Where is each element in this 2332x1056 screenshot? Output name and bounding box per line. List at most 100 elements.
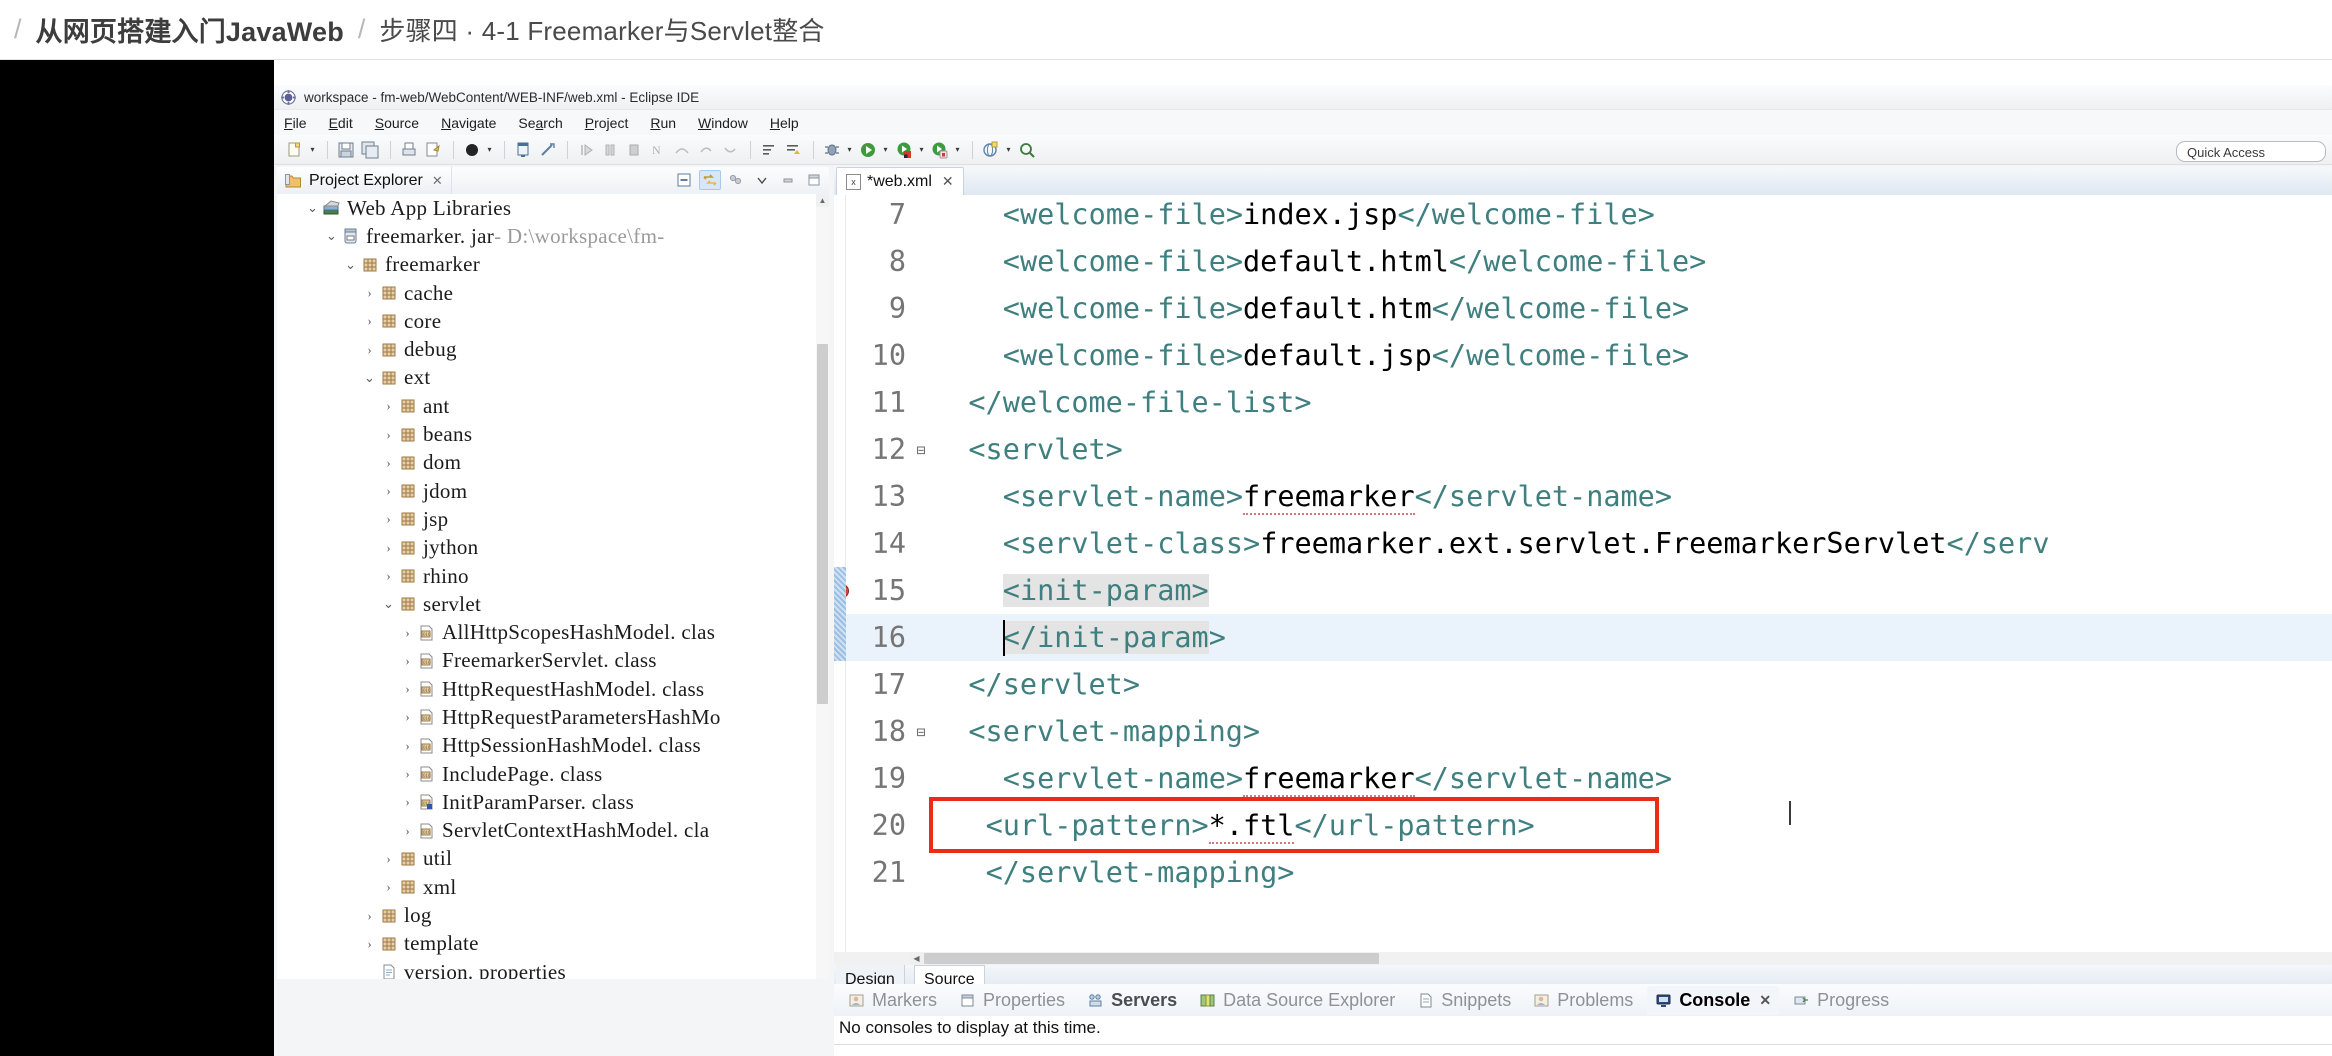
chevron-right-icon[interactable]: › bbox=[380, 879, 397, 895]
tree-item-httprequestparametershashmo[interactable]: › 010 HttpRequestParametersHashMo bbox=[277, 703, 829, 731]
tree-item-freemarker-jar[interactable]: ⌄ freemarker. jar - D:\workspace\fm- bbox=[277, 222, 829, 250]
menu-project[interactable]: Project bbox=[585, 115, 629, 131]
chevron-right-icon[interactable]: › bbox=[399, 625, 416, 641]
chevron-right-icon[interactable]: › bbox=[399, 823, 416, 839]
run-icon[interactable] bbox=[857, 139, 879, 161]
tab-web-xml[interactable]: x *web.xml ✕ bbox=[836, 167, 964, 195]
step-return-icon[interactable] bbox=[695, 139, 717, 161]
run-as-server-dropdown-icon[interactable]: ▾ bbox=[917, 139, 926, 161]
new-java-class-icon[interactable] bbox=[512, 139, 534, 161]
tree-item-xml[interactable]: › xml bbox=[277, 873, 829, 901]
code-line-12[interactable]: 12 ⊟ <servlet> bbox=[834, 426, 2332, 473]
link-with-editor-icon[interactable] bbox=[699, 170, 721, 190]
tree-item-rhino[interactable]: › rhino bbox=[277, 562, 829, 590]
tree-item-beans[interactable]: › beans bbox=[277, 420, 829, 448]
tree-item-dom[interactable]: › dom bbox=[277, 449, 829, 477]
chevron-right-icon[interactable]: › bbox=[399, 709, 416, 725]
menu-source[interactable]: Source bbox=[375, 115, 419, 131]
bottom-tab-data-source-explorer[interactable]: Data Source Explorer bbox=[1191, 986, 1403, 1015]
bottom-tab-console[interactable]: Console ✕ bbox=[1647, 986, 1780, 1015]
chevron-right-icon[interactable]: › bbox=[361, 342, 378, 358]
bottom-tab-servers[interactable]: Servers bbox=[1079, 986, 1185, 1015]
tree-item-template[interactable]: › template bbox=[277, 930, 829, 958]
menu-navigate[interactable]: Navigate bbox=[441, 115, 496, 131]
code-line-15[interactable]: 15 <init-param> bbox=[834, 567, 2332, 614]
tree-item-servlet[interactable]: ⌄ servlet bbox=[277, 590, 829, 618]
tree-item-ant[interactable]: › ant bbox=[277, 392, 829, 420]
profile-icon[interactable] bbox=[929, 139, 951, 161]
chevron-right-icon[interactable]: › bbox=[399, 681, 416, 697]
close-icon[interactable]: ✕ bbox=[942, 173, 954, 190]
chevron-right-icon[interactable]: › bbox=[361, 313, 378, 329]
tree-item-version-properties[interactable]: · version. properties bbox=[277, 958, 829, 979]
code-line-19[interactable]: 19 <servlet-name>freemarker</servlet-name… bbox=[834, 755, 2332, 802]
quick-access-input[interactable]: Quick Access bbox=[2176, 141, 2326, 162]
tree-item-includepage-class[interactable]: › 010 IncludePage. class bbox=[277, 760, 829, 788]
step-over-icon[interactable] bbox=[671, 139, 693, 161]
chevron-right-icon[interactable]: › bbox=[380, 483, 397, 499]
chevron-right-icon[interactable]: › bbox=[361, 285, 378, 301]
tree-item-util[interactable]: › util bbox=[277, 845, 829, 873]
new-wizard-dropdown-icon[interactable]: ▾ bbox=[308, 139, 317, 161]
tree-item-servletcontexthashmodel-cla[interactable]: › 010 ServletContextHashModel. cla bbox=[277, 817, 829, 845]
menu-help[interactable]: Help bbox=[770, 115, 799, 131]
tree-item-jython[interactable]: › jython bbox=[277, 534, 829, 562]
open-type-icon[interactable] bbox=[461, 139, 483, 161]
chevron-right-icon[interactable]: › bbox=[361, 936, 378, 952]
tree-item-initparamparser-class[interactable]: › 010 InitParamParser. class bbox=[277, 788, 829, 816]
main-toolbar[interactable]: ▾ ▾ N ▾ ▾ ▾ ▾ ▾ bbox=[274, 135, 2332, 165]
tree-item-log[interactable]: › log bbox=[277, 901, 829, 929]
link-icon[interactable] bbox=[536, 139, 558, 161]
chevron-right-icon[interactable]: › bbox=[380, 540, 397, 556]
editor-hscroll-thumb[interactable] bbox=[924, 953, 1379, 964]
project-explorer-vscroll-thumb[interactable] bbox=[817, 344, 828, 704]
code-line-11[interactable]: 11 </welcome-file-list> bbox=[834, 379, 2332, 426]
chevron-right-icon[interactable]: › bbox=[380, 511, 397, 527]
tree-item-httpsessionhashmodel-class[interactable]: › 010 HttpSessionHashModel. class bbox=[277, 732, 829, 760]
chevron-right-icon[interactable]: › bbox=[380, 851, 397, 867]
step-into-icon[interactable]: N bbox=[647, 139, 669, 161]
chevron-down-icon[interactable]: ⌄ bbox=[361, 370, 378, 386]
chevron-down-icon[interactable]: ⌄ bbox=[380, 596, 397, 612]
tree-item-core[interactable]: › core bbox=[277, 307, 829, 335]
previous-annotation-icon[interactable] bbox=[782, 139, 804, 161]
chevron-right-icon[interactable]: › bbox=[361, 908, 378, 924]
chevron-down-icon[interactable]: ⌄ bbox=[342, 257, 359, 273]
chevron-right-icon[interactable]: › bbox=[399, 794, 416, 810]
drop-to-frame-icon[interactable] bbox=[719, 139, 741, 161]
scroll-left-arrow[interactable]: ◀ bbox=[910, 952, 923, 965]
resume-icon[interactable] bbox=[575, 139, 597, 161]
tree-item-jdom[interactable]: › jdom bbox=[277, 477, 829, 505]
chevron-down-icon[interactable]: ⌄ bbox=[323, 228, 340, 244]
bottom-tab-problems[interactable]: Problems bbox=[1525, 986, 1641, 1015]
collapse-all-icon[interactable] bbox=[673, 170, 695, 190]
minimize-icon[interactable] bbox=[777, 170, 799, 190]
tree-item-debug[interactable]: › debug bbox=[277, 335, 829, 363]
code-line-13[interactable]: 13 <servlet-name>freemarker</servlet-name… bbox=[834, 473, 2332, 520]
chevron-right-icon[interactable]: › bbox=[399, 738, 416, 754]
tree-item-allhttpscopeshashmodel-clas[interactable]: › 010 AllHttpScopesHashModel. clas bbox=[277, 618, 829, 646]
bottom-tab-row[interactable]: Markers Properties Servers Data Source Expl… bbox=[834, 984, 2332, 1016]
chevron-right-icon[interactable]: › bbox=[380, 455, 397, 471]
print-icon[interactable] bbox=[398, 139, 420, 161]
tree-item-freemarkerservlet-class[interactable]: › 010 FreemarkerServlet. class bbox=[277, 647, 829, 675]
save-all-icon[interactable] bbox=[359, 139, 381, 161]
scroll-up-arrow[interactable]: ▲ bbox=[816, 194, 829, 207]
code-line-8[interactable]: 8 <welcome-file>default.html</welcome-fil… bbox=[834, 238, 2332, 285]
close-icon[interactable]: ✕ bbox=[1759, 992, 1771, 1009]
debug-dropdown-icon[interactable]: ▾ bbox=[845, 139, 854, 161]
view-menu-filter-icon[interactable] bbox=[725, 170, 747, 190]
code-line-14[interactable]: 14 <servlet-class>freemarker.ext.servlet.… bbox=[834, 520, 2332, 567]
new-dynamic-web-project-dropdown-icon[interactable]: ▾ bbox=[1004, 139, 1013, 161]
tree-item-cache[interactable]: › cache bbox=[277, 279, 829, 307]
run-dropdown-icon[interactable]: ▾ bbox=[881, 139, 890, 161]
tab-project-explorer[interactable]: Project Explorer ✕ bbox=[277, 167, 452, 194]
bottom-tab-properties[interactable]: Properties bbox=[951, 986, 1073, 1015]
view-menu-icon[interactable] bbox=[751, 170, 773, 190]
profile-dropdown-icon[interactable]: ▾ bbox=[953, 139, 962, 161]
chevron-right-icon[interactable]: › bbox=[399, 653, 416, 669]
code-line-9[interactable]: 9 <welcome-file>default.htm</welcome-file… bbox=[834, 285, 2332, 332]
breadcrumb-course-link[interactable]: 从网页搭建入门JavaWeb bbox=[36, 10, 344, 49]
bottom-tab-progress[interactable]: Progress bbox=[1785, 986, 1897, 1015]
run-as-server-icon[interactable] bbox=[893, 139, 915, 161]
